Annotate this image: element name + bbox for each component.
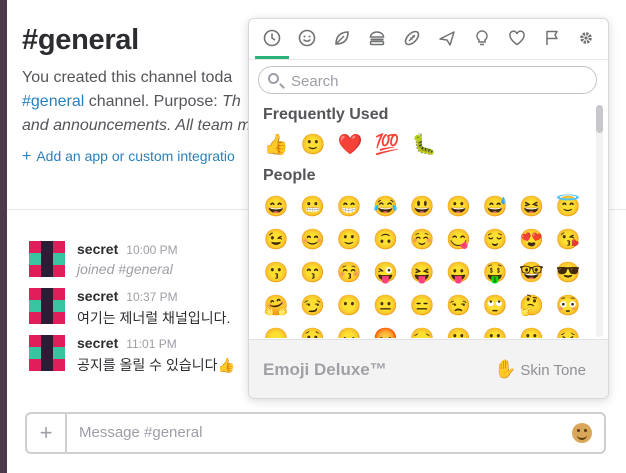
emoji-button[interactable]: 😠	[336, 326, 362, 338]
message-timestamp[interactable]: 10:37 PM	[126, 290, 177, 304]
emoji-button[interactable]: 🤔	[519, 293, 545, 319]
emoji-button[interactable]: 😘	[555, 227, 581, 253]
emoji-button[interactable]: 😜	[373, 260, 399, 286]
emoji-button[interactable]: 😍	[519, 227, 545, 253]
flag-icon[interactable]	[535, 19, 569, 57]
emoji-list: Frequently Used 👍 🙂 ❤️ 💯 🐛 People 😄 😬 😁 😂 😃 😀 😅 😆 😇 😉…	[249, 102, 608, 338]
emoji-button[interactable]: 😏	[300, 293, 326, 319]
emoji-button[interactable]: 😄	[263, 194, 289, 220]
emoji-button[interactable]: 😀	[446, 194, 472, 220]
message-composer: + Message #general	[25, 412, 606, 454]
emoji-button[interactable]: 😅	[482, 194, 508, 220]
emoji-button[interactable]: 😃	[409, 194, 435, 220]
emoji-button[interactable]: 😕	[446, 326, 472, 338]
add-app-label: Add an app or custom integratio	[36, 148, 235, 164]
emoji-button[interactable]: 😇	[555, 194, 581, 220]
intro-mid: channel. Purpose:	[84, 93, 223, 110]
lightbulb-icon[interactable]	[465, 19, 499, 57]
message-author[interactable]: secret 10:37 PM	[77, 288, 178, 304]
picker-footer: Emoji Deluxe™ ✋ Skin Tone	[249, 339, 608, 398]
burger-icon[interactable]	[360, 19, 394, 57]
emoji-button[interactable]: 🤑	[482, 260, 508, 286]
emoji-button[interactable]: 😝	[409, 260, 435, 286]
emoji-button[interactable]: 😌	[482, 227, 508, 253]
channel-title: #general	[22, 24, 139, 56]
emoji-button[interactable]: 😚	[336, 260, 362, 286]
emoji-button[interactable]: 😎	[555, 260, 581, 286]
smiley-icon[interactable]	[290, 19, 324, 57]
scroll-thumb[interactable]	[596, 105, 603, 133]
attach-button[interactable]: +	[27, 414, 67, 452]
avatar[interactable]	[29, 335, 65, 371]
emoji-button[interactable]: 😣	[555, 326, 581, 338]
emoji-button[interactable]: 😟	[300, 326, 326, 338]
emoji-button[interactable]: 😗	[263, 260, 289, 286]
emoji-button[interactable]: 😬	[300, 194, 326, 220]
emoji-button[interactable]: 😁	[336, 194, 362, 220]
emoji-button[interactable]: 😳	[555, 293, 581, 319]
message-timestamp[interactable]: 11:01 PM	[126, 337, 176, 351]
message-author[interactable]: secret 11:01 PM	[77, 335, 177, 351]
intro-purpose: Th	[222, 93, 241, 110]
emoji-button[interactable]: 😐	[373, 293, 399, 319]
emoji-scrollbar[interactable]	[596, 105, 603, 337]
emoji-button[interactable]: 😉	[263, 227, 289, 253]
emoji-button[interactable]: 😂	[373, 194, 399, 220]
emoji-category-tabs	[249, 19, 608, 60]
skin-tone-button[interactable]: ✋ Skin Tone	[494, 359, 586, 380]
emoji-button[interactable]: 🙄	[482, 293, 508, 319]
emoji-button[interactable]: 😙	[300, 260, 326, 286]
clock-icon[interactable]	[255, 19, 289, 59]
message-timestamp[interactable]: 10:00 PM	[126, 243, 177, 257]
emoji-button[interactable]: ☺️	[409, 227, 435, 253]
emoji-button[interactable]: 😔	[409, 326, 435, 338]
message-text: 여기는 제너럴 채널입니다.	[77, 310, 231, 326]
emoji-button[interactable]: 💯	[374, 132, 400, 158]
heart-icon[interactable]	[500, 19, 534, 57]
emoji-button[interactable]: ❤️	[337, 132, 363, 158]
emoji-button[interactable]: 🐛	[411, 132, 437, 158]
emoji-button[interactable]: 😛	[446, 260, 472, 286]
smiley-face-icon[interactable]	[572, 423, 592, 443]
emoji-button[interactable]: 😑	[409, 293, 435, 319]
sidebar-edge	[0, 0, 7, 473]
emoji-deluxe-brand: Emoji Deluxe™	[263, 360, 387, 379]
football-icon[interactable]	[395, 19, 429, 57]
search-icon	[268, 73, 279, 84]
airplane-icon[interactable]	[430, 19, 464, 57]
emoji-button[interactable]: 😞	[263, 326, 289, 338]
emoji-button[interactable]: 🙁	[482, 326, 508, 338]
emoji-button[interactable]: 🙂	[300, 132, 326, 158]
emoji-button[interactable]: 😶	[336, 293, 362, 319]
message-text: joined #general	[77, 261, 173, 277]
message-text: 공지를 올릴 수 있습니다👍	[77, 357, 235, 373]
emoji-search-input[interactable]	[289, 71, 583, 91]
gear-icon[interactable]	[569, 19, 603, 57]
emoji-button[interactable]: 🙂	[336, 227, 362, 253]
emoji-button[interactable]: 🤗	[263, 293, 289, 319]
raised-hand-icon: ✋	[493, 359, 517, 379]
emoji-button[interactable]: 😆	[519, 194, 545, 220]
avatar[interactable]	[29, 288, 65, 324]
frequently-used-heading: Frequently Used	[263, 106, 389, 123]
message-author[interactable]: secret 10:00 PM	[77, 241, 178, 257]
emoji-button[interactable]: 😋	[446, 227, 472, 253]
emoji-button[interactable]: 😒	[446, 293, 472, 319]
emoji-button[interactable]: 🙃	[373, 227, 399, 253]
emoji-search	[258, 66, 597, 94]
emoji-button[interactable]: 🤓	[519, 260, 545, 286]
channel-link[interactable]: #general	[22, 93, 84, 110]
add-app-link[interactable]: + Add an app or custom integratio	[22, 148, 235, 166]
emoji-button[interactable]: 😊	[300, 227, 326, 253]
people-heading: People	[263, 167, 316, 184]
emoji-button[interactable]: 😡	[373, 326, 399, 338]
emoji-picker: Frequently Used 👍 🙂 ❤️ 💯 🐛 People 😄 😬 😁 😂 😃 😀 😅 😆 😇 😉…	[248, 18, 609, 399]
message-input[interactable]: Message #general	[79, 424, 202, 441]
emoji-button[interactable]: ☹️	[519, 326, 545, 338]
skin-tone-label: Skin Tone	[520, 362, 586, 379]
emoji-button[interactable]: 👍	[263, 132, 289, 158]
avatar[interactable]	[29, 241, 65, 277]
plus-icon: +	[22, 148, 32, 165]
leaf-icon[interactable]	[325, 19, 359, 57]
